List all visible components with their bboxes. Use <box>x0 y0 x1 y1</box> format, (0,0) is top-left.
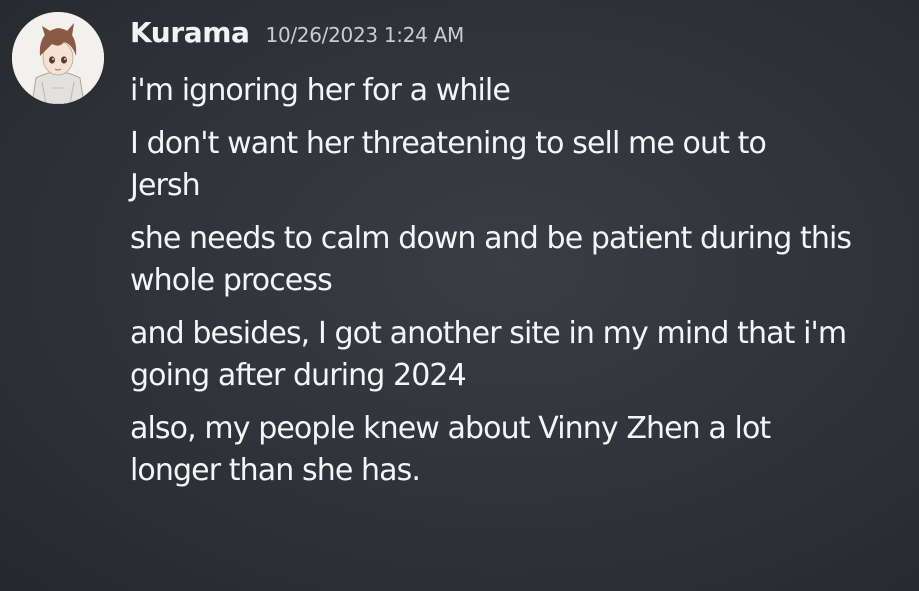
message-line[interactable]: i'm ignoring her for a while <box>130 70 910 112</box>
timestamp[interactable]: 10/26/2023 1:24 AM <box>266 23 465 47</box>
message-header: Kurama 10/26/2023 1:24 AM <box>130 16 464 49</box>
message-line[interactable]: she needs to calm down and be patient du… <box>130 218 870 302</box>
username[interactable]: Kurama <box>130 16 250 49</box>
chat-message: Kurama 10/26/2023 1:24 AM i'm ignoring h… <box>0 0 919 591</box>
message-body: i'm ignoring her for a while I don't wan… <box>130 70 910 503</box>
anime-character-avatar-icon <box>12 12 104 104</box>
avatar[interactable] <box>12 12 104 104</box>
message-line[interactable]: and besides, I got another site in my mi… <box>130 313 910 397</box>
message-line[interactable]: I don't want her threatening to sell me … <box>130 123 830 207</box>
message-line[interactable]: also, my people knew about Vinny Zhen a … <box>130 408 850 492</box>
